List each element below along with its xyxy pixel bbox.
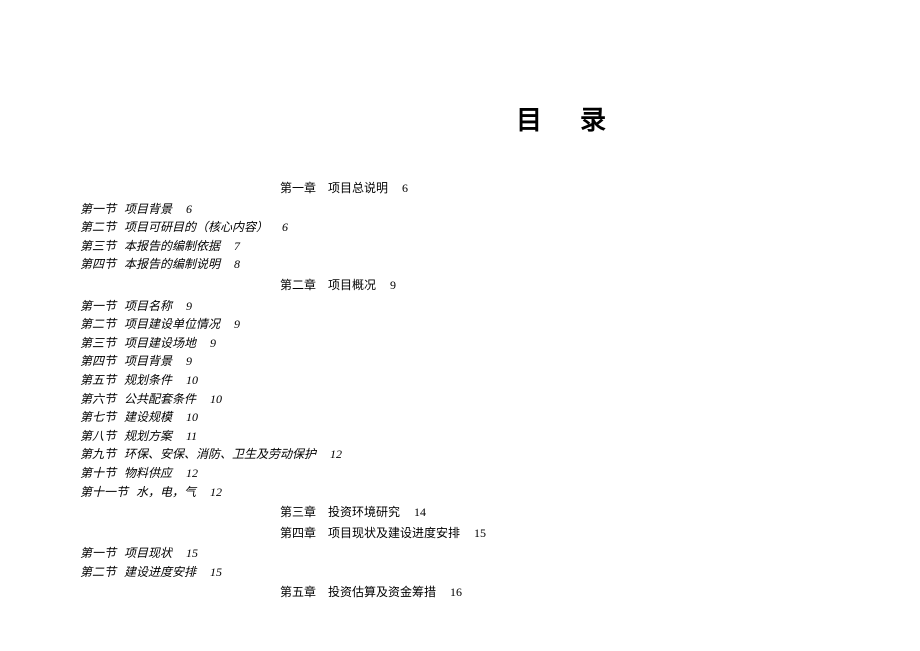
toc-page-number: 9 [210, 336, 216, 350]
toc-item-title: 物料供应 [124, 466, 172, 480]
toc-page-number: 9 [186, 354, 192, 368]
toc-page-number: 10 [186, 410, 198, 424]
toc-item-title: 投资估算及资金筹措 [328, 585, 436, 599]
toc-label: 第七节 [80, 410, 116, 424]
toc-page-number: 8 [234, 257, 240, 271]
toc-section: 第五节规划条件 10 [80, 371, 920, 390]
toc-section: 第六节公共配套条件 10 [80, 390, 920, 409]
toc-page-number: 11 [186, 429, 197, 443]
toc-page-number: 12 [330, 447, 342, 461]
toc-section: 第三节项目建设场地 9 [80, 334, 920, 353]
toc-label: 第六节 [80, 392, 116, 406]
toc-label: 第一节 [80, 546, 116, 560]
toc-page-number: 15 [474, 526, 486, 540]
toc-page-number: 10 [186, 373, 198, 387]
toc-label: 第三章 [280, 505, 316, 519]
toc-label: 第二章 [280, 278, 316, 292]
toc-page-number: 14 [414, 505, 426, 519]
toc-item-title: 环保、安保、消防、卫生及劳动保护 [124, 447, 316, 461]
toc-item-title: 投资环境研究 [328, 505, 400, 519]
toc-chapter: 第四章项目现状及建设进度安排 15 [80, 524, 920, 543]
toc-chapter: 第二章项目概况 9 [80, 276, 920, 295]
toc-section: 第二节项目建设单位情况 9 [80, 315, 920, 334]
toc-page-number: 9 [186, 299, 192, 313]
toc-item-title: 项目现状及建设进度安排 [328, 526, 460, 540]
toc-item-title: 项目建设单位情况 [124, 317, 220, 331]
toc-label: 第二节 [80, 317, 116, 331]
toc-item-title: 项目现状 [124, 546, 172, 560]
toc-label: 第四节 [80, 257, 116, 271]
toc-label: 第一节 [80, 299, 116, 313]
toc-item-title: 规划条件 [124, 373, 172, 387]
toc-item-title: 本报告的编制说明 [124, 257, 220, 271]
toc-item-title: 建设进度安排 [124, 565, 196, 579]
toc-label: 第四章 [280, 526, 316, 540]
toc-label: 第四节 [80, 354, 116, 368]
toc-section: 第一节项目现状 15 [80, 544, 920, 563]
toc-label: 第八节 [80, 429, 116, 443]
toc-label: 第五章 [280, 585, 316, 599]
toc-page-number: 16 [450, 585, 462, 599]
toc-page-number: 12 [210, 485, 222, 499]
toc-chapter: 第五章投资估算及资金筹措 16 [80, 583, 920, 602]
toc-item-title: 项目名称 [124, 299, 172, 313]
toc-item-title: 建设规模 [124, 410, 172, 424]
toc-section: 第七节建设规模 10 [80, 408, 920, 427]
toc-page-number: 9 [234, 317, 240, 331]
toc-section: 第三节本报告的编制依据 7 [80, 237, 920, 256]
toc-section: 第四节本报告的编制说明 8 [80, 255, 920, 274]
toc-item-title: 项目概况 [328, 278, 376, 292]
toc-item-title: 项目背景 [124, 354, 172, 368]
toc-page-number: 10 [210, 392, 222, 406]
toc-section: 第九节环保、安保、消防、卫生及劳动保护 12 [80, 445, 920, 464]
toc-page-number: 9 [390, 278, 396, 292]
toc-item-title: 本报告的编制依据 [124, 239, 220, 253]
toc-item-title: 项目总说明 [328, 181, 388, 195]
toc-section: 第一节项目背景 6 [80, 200, 920, 219]
toc-chapter: 第一章项目总说明 6 [80, 179, 920, 198]
toc-chapter: 第三章投资环境研究 14 [80, 503, 920, 522]
toc-page-number: 6 [186, 202, 192, 216]
document-title: 目录 [0, 100, 920, 137]
toc-section: 第十节物料供应 12 [80, 464, 920, 483]
toc-label: 第二节 [80, 220, 116, 234]
toc-item-title: 公共配套条件 [124, 392, 196, 406]
toc-label: 第九节 [80, 447, 116, 461]
toc-item-title: 水，电，气 [136, 485, 196, 499]
toc-label: 第十节 [80, 466, 116, 480]
toc-label: 第一节 [80, 202, 116, 216]
toc-page-number: 7 [234, 239, 240, 253]
toc-section: 第一节项目名称 9 [80, 297, 920, 316]
toc-label: 第十一节 [80, 485, 128, 499]
toc-page-number: 12 [186, 466, 198, 480]
toc-label: 第五节 [80, 373, 116, 387]
toc-section: 第十一节水，电，气 12 [80, 483, 920, 502]
toc-section: 第二节建设进度安排 15 [80, 563, 920, 582]
toc-section: 第四节项目背景 9 [80, 352, 920, 371]
toc-label: 第三节 [80, 239, 116, 253]
toc-page-number: 6 [402, 181, 408, 195]
toc-page-number: 15 [210, 565, 222, 579]
toc-item-title: 项目可研目的（核心内容） [124, 220, 268, 234]
toc-item-title: 规划方案 [124, 429, 172, 443]
toc-label: 第一章 [280, 181, 316, 195]
toc-section: 第八节规划方案 11 [80, 427, 920, 446]
toc-section: 第二节项目可研目的（核心内容） 6 [80, 218, 920, 237]
toc-label: 第三节 [80, 336, 116, 350]
toc-container: 第一章项目总说明6第一节项目背景6第二节项目可研目的（核心内容）6第三节本报告的… [0, 179, 920, 602]
toc-page-number: 6 [282, 220, 288, 234]
toc-item-title: 项目背景 [124, 202, 172, 216]
toc-page-number: 15 [186, 546, 198, 560]
toc-label: 第二节 [80, 565, 116, 579]
toc-item-title: 项目建设场地 [124, 336, 196, 350]
